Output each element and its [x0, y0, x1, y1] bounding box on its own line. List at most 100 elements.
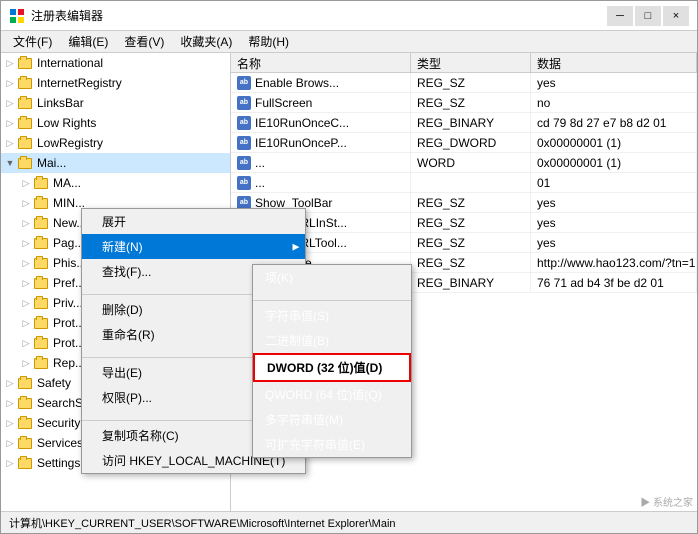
expand-arrow-icon: ▷	[21, 258, 31, 268]
expand-arrow-icon: ▷	[5, 378, 15, 388]
submenu-separator	[253, 300, 411, 301]
statusbar: 计算机\HKEY_CURRENT_USER\SOFTWARE\Microsoft…	[1, 511, 697, 533]
cell-type: REG_BINARY	[411, 113, 531, 132]
submenu-item-qword[interactable]: QWORD (64 位)值(Q)	[253, 382, 411, 407]
tree-item-label: International	[37, 56, 103, 70]
cell-data: http://www.hao123.com/?tn=12	[531, 253, 697, 272]
folder-icon	[17, 375, 33, 391]
submenu-item-key[interactable]: 项(K)	[253, 265, 411, 290]
folder-icon	[33, 175, 49, 191]
reg-value-icon: ab	[237, 76, 251, 90]
folder-icon	[17, 95, 33, 111]
table-row[interactable]: abIE10RunOnceP...REG_DWORD0x00000001 (1)	[231, 133, 697, 153]
tree-item-label: InternetRegistry	[37, 76, 122, 90]
table-row[interactable]: abEnable Brows...REG_SZyes	[231, 73, 697, 93]
submenu-item-expandstring[interactable]: 可扩充字符串值(E)	[253, 432, 411, 457]
tree-item[interactable]: ▷ International	[1, 53, 230, 73]
cell-data: 01	[531, 173, 697, 192]
expand-arrow-icon: ▷	[5, 418, 15, 428]
menu-item[interactable]: 文件(F)	[5, 31, 60, 52]
folder-icon	[33, 295, 49, 311]
cell-type: REG_DWORD	[411, 133, 531, 152]
folder-icon	[17, 75, 33, 91]
menu-item[interactable]: 帮助(H)	[240, 31, 297, 52]
submenu-item-multistring[interactable]: 多字符串值(M)	[253, 407, 411, 432]
tree-item-label: Mai...	[37, 156, 66, 170]
expand-arrow-icon: ▷	[5, 98, 15, 108]
cell-data: no	[531, 93, 697, 112]
main-window: 注册表编辑器 ─ □ × 文件(F)编辑(E)查看(V)收藏夹(A)帮助(H) …	[0, 0, 698, 534]
tree-item[interactable]: ▼ Mai...	[1, 153, 230, 173]
minimize-button[interactable]: ─	[607, 6, 633, 26]
cell-name: ab...	[231, 153, 411, 172]
folder-icon	[17, 55, 33, 71]
tree-item-label: Safety	[37, 376, 71, 390]
expand-arrow-icon: ▷	[5, 138, 15, 148]
expand-arrow-icon: ▷	[5, 58, 15, 68]
maximize-button[interactable]: □	[635, 6, 661, 26]
cell-type: REG_BINARY	[411, 273, 531, 292]
tree-item[interactable]: ▷InternetRegistry	[1, 73, 230, 93]
cell-type: REG_SZ	[411, 233, 531, 252]
cell-type: REG_SZ	[411, 213, 531, 232]
folder-icon	[17, 135, 33, 151]
expand-arrow-icon: ▷	[5, 458, 15, 468]
expand-arrow-icon: ▷	[5, 118, 15, 128]
folder-icon	[17, 115, 33, 131]
cell-data: 76 71 ad b4 3f be d2 01	[531, 273, 697, 292]
folder-icon	[33, 355, 49, 371]
window-title: 注册表编辑器	[31, 7, 607, 24]
cell-name: abIE10RunOnceP...	[231, 133, 411, 152]
watermark: ▶ 系统之家	[638, 494, 695, 509]
expand-arrow-icon: ▷	[21, 178, 31, 188]
submenu-item-undefined[interactable]	[253, 290, 411, 298]
menu-item[interactable]: 查看(V)	[116, 31, 172, 52]
cell-data: 0x00000001 (1)	[531, 133, 697, 152]
cell-data: yes	[531, 233, 697, 252]
close-button[interactable]: ×	[663, 6, 689, 26]
cell-type	[411, 173, 531, 192]
menu-item[interactable]: 收藏夹(A)	[172, 31, 240, 52]
column-header[interactable]: 类型	[411, 53, 531, 72]
tree-item-label: Priv...	[53, 296, 83, 310]
folder-icon	[33, 215, 49, 231]
statusbar-text: 计算机\HKEY_CURRENT_USER\SOFTWARE\Microsoft…	[9, 515, 396, 531]
expand-arrow-icon: ▷	[5, 438, 15, 448]
table-row[interactable]: abFullScreenREG_SZno	[231, 93, 697, 113]
folder-icon	[17, 395, 33, 411]
expand-arrow-icon: ▷	[21, 358, 31, 368]
expand-arrow-icon: ▷	[21, 298, 31, 308]
folder-icon	[33, 195, 49, 211]
submenu: 项(K) 字符串值(S)二进制值(B)DWORD (32 位)值(D)QWORD …	[252, 264, 412, 458]
expand-arrow-icon: ▷	[21, 218, 31, 228]
table-row[interactable]: ab...WORD0x00000001 (1)	[231, 153, 697, 173]
folder-icon	[33, 255, 49, 271]
menu-item[interactable]: 编辑(E)	[60, 31, 116, 52]
submenu-item-string[interactable]: 字符串值(S)	[253, 303, 411, 328]
cell-type: REG_SZ	[411, 93, 531, 112]
column-header[interactable]: 数据	[531, 53, 697, 72]
tree-item[interactable]: ▷MA...	[1, 173, 230, 193]
table-row[interactable]: abIE10RunOnceC...REG_BINARYcd 79 8d 27 e…	[231, 113, 697, 133]
cell-type: REG_SZ	[411, 73, 531, 92]
reg-value-icon: ab	[237, 136, 251, 150]
tree-item[interactable]: ▷LowRegistry	[1, 133, 230, 153]
cell-type: REG_SZ	[411, 253, 531, 272]
cell-name: abFullScreen	[231, 93, 411, 112]
context-menu-item-expand[interactable]: 展开	[82, 209, 305, 234]
submenu-item-dword[interactable]: DWORD (32 位)值(D)	[253, 353, 411, 382]
tree-item[interactable]: ▷LinksBar	[1, 93, 230, 113]
expand-arrow-icon: ▼	[5, 158, 15, 168]
reg-value-icon: ab	[237, 96, 251, 110]
expand-arrow-icon: ▷	[21, 198, 31, 208]
context-menu-item-new[interactable]: 新建(N)项(K)字符串值(S)二进制值(B)DWORD (32 位)值(D)Q…	[82, 234, 305, 259]
context-menu: 展开新建(N)项(K)字符串值(S)二进制值(B)DWORD (32 位)值(D…	[81, 208, 306, 474]
tree-item[interactable]: ▷Low Rights	[1, 113, 230, 133]
table-row[interactable]: ab... 01	[231, 173, 697, 193]
cell-data: yes	[531, 213, 697, 232]
tree-item-label: Security	[37, 416, 80, 430]
submenu-item-binary[interactable]: 二进制值(B)	[253, 328, 411, 353]
tree-item-label: Pag...	[53, 236, 84, 250]
cell-name: ab...	[231, 173, 411, 192]
column-header[interactable]: 名称	[231, 53, 411, 72]
